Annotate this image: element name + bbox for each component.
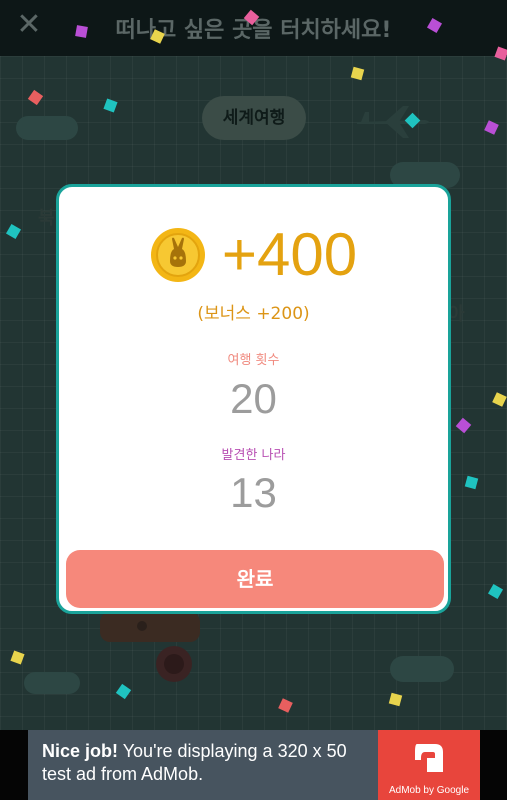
countries-value: 13 bbox=[230, 469, 277, 516]
ad-text: Nice job! You're displaying a 320 x 50 t… bbox=[42, 740, 372, 786]
confetti bbox=[75, 25, 88, 38]
cloud bbox=[16, 116, 78, 140]
reward-amount: +400 bbox=[221, 221, 358, 288]
balloon-plane-icon bbox=[100, 612, 200, 682]
admob-icon bbox=[415, 744, 443, 772]
ad-banner[interactable]: Nice job! You're displaying a 320 x 50 t… bbox=[0, 730, 507, 800]
world-travel-label: 세계여행 bbox=[202, 96, 306, 140]
ad-content[interactable]: Nice job! You're displaying a 320 x 50 t… bbox=[28, 730, 480, 800]
map-label-left: 북 bbox=[38, 208, 55, 229]
ad-bold-text: Nice job! bbox=[42, 741, 119, 761]
cloud bbox=[390, 656, 454, 682]
done-button[interactable]: 완료 bbox=[66, 550, 444, 608]
countries-label: 발견한 나라 bbox=[221, 448, 286, 463]
bonus-text: (보너스 +200) bbox=[197, 304, 310, 324]
trips-value: 20 bbox=[230, 375, 277, 422]
reward-row: +400 bbox=[59, 223, 448, 287]
admob-logo[interactable]: AdMob by Google bbox=[378, 730, 480, 800]
cloud bbox=[24, 672, 80, 694]
trips-label: 여행 횟수 bbox=[227, 353, 280, 368]
rabbit-coin-icon bbox=[150, 228, 205, 282]
airplane-icon bbox=[357, 106, 429, 138]
ad-logo-caption: AdMob by Google bbox=[388, 785, 470, 796]
reward-dialog: +400 (보너스 +200) 여행 횟수 20 발견한 나라 13 완료 bbox=[56, 184, 451, 614]
